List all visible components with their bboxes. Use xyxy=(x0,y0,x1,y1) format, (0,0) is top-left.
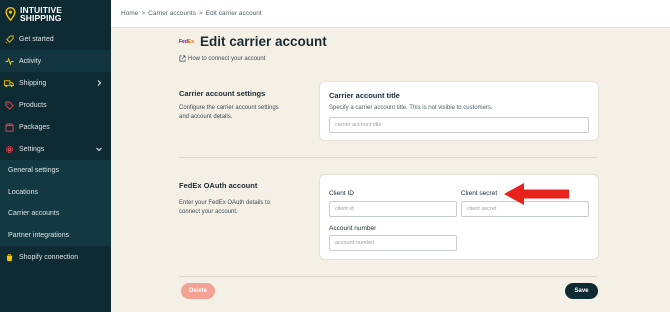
sidebar-item-label: Shipping xyxy=(19,79,47,87)
breadcrumb-separator: > xyxy=(198,10,203,17)
sidebar-item-label: Settings xyxy=(19,145,45,153)
breadcrumb: Home > Carrier accounts > Edit carrier a… xyxy=(111,0,670,28)
page-header: Fed Ex Edit carrier account xyxy=(179,34,327,49)
breadcrumb-carrier-accounts[interactable]: Carrier accounts xyxy=(148,10,196,17)
client-id-input[interactable]: client id xyxy=(329,201,457,217)
breadcrumb-separator: > xyxy=(141,10,146,17)
sidebar-item-label: Get started xyxy=(19,35,54,43)
sidebar-item-activity[interactable]: Activity xyxy=(0,50,111,72)
external-link-icon xyxy=(179,55,186,62)
save-button[interactable]: Save xyxy=(565,283,598,299)
card-title: Carrier account title xyxy=(329,91,400,100)
sidebar-item-shopify[interactable]: Shopify connection xyxy=(0,246,111,268)
sidebar-item-packages[interactable]: Packages xyxy=(0,116,111,138)
help-link[interactable]: How to connect your account xyxy=(179,55,265,62)
help-link-label: How to connect your account xyxy=(188,55,266,62)
sidebar-item-general-settings[interactable]: General settings xyxy=(0,160,111,182)
gear-icon xyxy=(4,144,14,154)
rocket-icon xyxy=(4,34,14,44)
page-title: Edit carrier account xyxy=(200,34,327,49)
carrier-settings-intro: Carrier account settings Configure the c… xyxy=(179,89,289,122)
client-secret-label: Client secret xyxy=(461,190,498,197)
sidebar-item-settings[interactable]: Settings xyxy=(0,138,111,160)
brand-name: INTUITIVE SHIPPING xyxy=(20,5,62,23)
sidebar-item-label: Activity xyxy=(19,57,42,65)
shopify-icon xyxy=(4,252,14,262)
chevron-down-icon xyxy=(96,147,102,152)
section-title: Carrier account settings xyxy=(179,89,266,98)
sidebar-item-label: Products xyxy=(19,101,47,109)
fedex-logo-fe: Fed xyxy=(179,38,188,45)
sidebar-nav: Get started Activity Shipping Products P… xyxy=(0,28,111,268)
sidebar-item-products[interactable]: Products xyxy=(0,94,111,116)
account-number-input[interactable]: account number xyxy=(329,235,457,251)
settings-submenu: General settings Locations Carrier accou… xyxy=(0,160,111,246)
pulse-icon xyxy=(4,56,14,66)
sidebar-item-partner-integrations[interactable]: Partner integrations xyxy=(0,225,111,247)
fedex-logo: Fed Ex xyxy=(179,37,196,47)
sidebar-item-shipping[interactable]: Shipping xyxy=(0,72,111,94)
main-content: Fed Ex Edit carrier account How to connec… xyxy=(111,28,670,312)
box-icon xyxy=(4,122,14,132)
card-subtitle: Specify a carrier account title. This is… xyxy=(329,105,493,111)
carrier-title-card: Carrier account title Specify a carrier … xyxy=(319,81,599,141)
annotation-arrow-icon xyxy=(504,183,569,205)
sidebar-item-label: Packages xyxy=(19,123,50,131)
truck-icon xyxy=(4,78,14,88)
brand-line2: SHIPPING xyxy=(20,13,62,23)
sidebar: INTUITIVE SHIPPING Get started Activity … xyxy=(0,0,111,312)
carrier-title-input[interactable]: carrier account title xyxy=(329,117,589,133)
section-divider xyxy=(179,157,597,158)
oauth-intro: FedEx OAuth account Enter your FedEx OAu… xyxy=(179,181,289,217)
breadcrumb-current: Edit carrier account xyxy=(205,10,262,17)
section-description: Configure the carrier account settings a… xyxy=(179,105,279,120)
sidebar-item-label: Shopify connection xyxy=(19,253,79,261)
fedex-logo-ex: Ex xyxy=(187,38,195,45)
brand-logo[interactable]: INTUITIVE SHIPPING xyxy=(0,0,111,28)
breadcrumb-home[interactable]: Home xyxy=(121,10,138,17)
chevron-right-icon xyxy=(97,80,102,86)
client-id-label: Client ID xyxy=(329,190,354,197)
section-description: Enter your FedEx OAuth details to connec… xyxy=(179,200,271,215)
section-title: FedEx OAuth account xyxy=(179,181,258,190)
account-number-label: Account number xyxy=(329,225,377,232)
delete-button[interactable]: Delete xyxy=(181,283,215,299)
sidebar-item-locations[interactable]: Locations xyxy=(0,182,111,204)
tag-icon xyxy=(4,100,14,110)
sidebar-item-carrier-accounts[interactable]: Carrier accounts xyxy=(0,203,111,225)
sidebar-item-get-started[interactable]: Get started xyxy=(0,28,111,50)
footer-divider xyxy=(179,276,597,277)
map-pin-icon xyxy=(5,7,16,21)
